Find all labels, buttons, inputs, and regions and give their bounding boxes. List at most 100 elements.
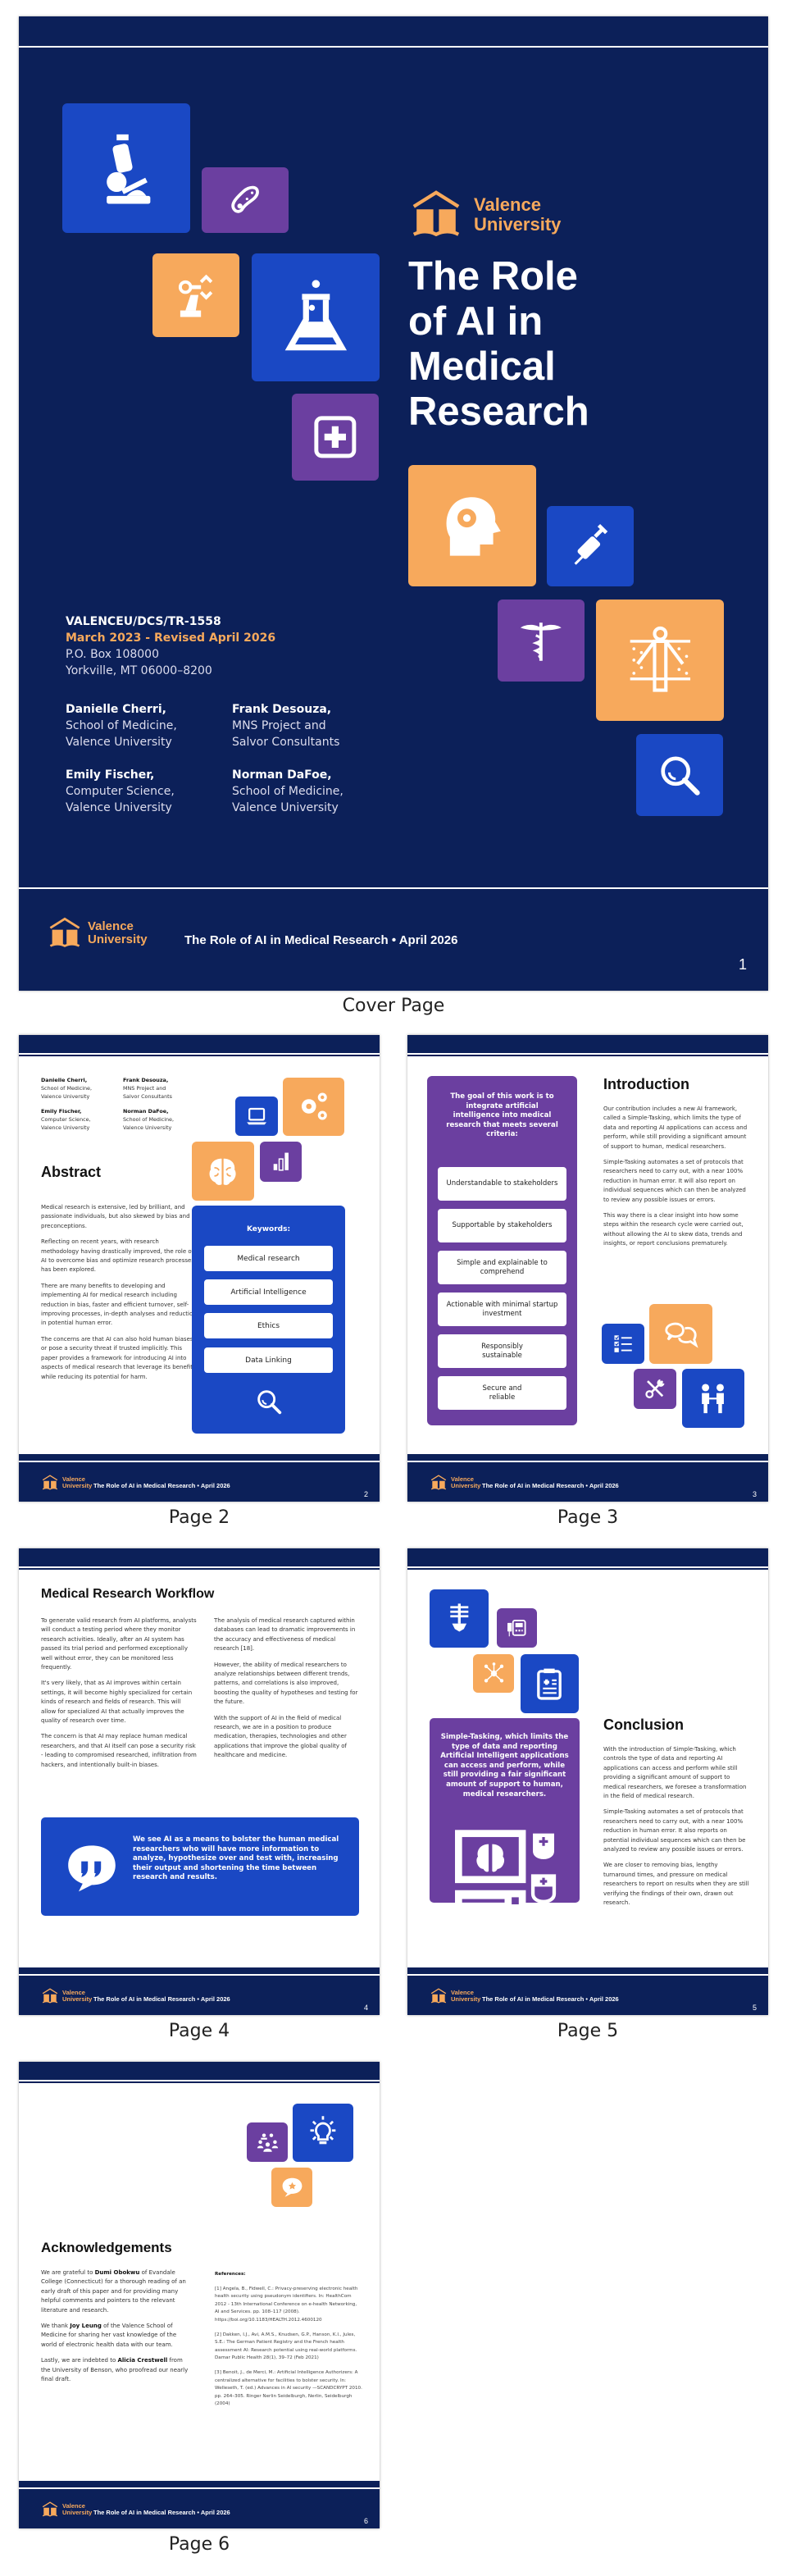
head-gear-tile [408, 465, 536, 586]
page-footer: Valence University The Role of AI in Medi… [19, 2481, 380, 2528]
footer-title: The Role of AI in Medical Research • Apr… [93, 1995, 230, 2003]
criteria-pill: Understandable to stakeholders [438, 1167, 566, 1201]
page-5: Simple-Tasking, which limits the type of… [407, 1548, 768, 2015]
address-line2: Yorkville, MT 06000–8200 [66, 664, 212, 677]
authors-block: Danielle Cherri, School of Medicine, Valen… [41, 1076, 205, 1132]
keyword-pill[interactable]: Ethics [204, 1313, 333, 1338]
network-icon [481, 1662, 507, 1685]
footer-logo: Valence University [41, 1987, 92, 2005]
keyword-pill[interactable]: Medical research [204, 1246, 333, 1271]
book-logo-icon [41, 2501, 59, 2519]
conclusion-text: With the introduction of Simple-Tasking,… [603, 1746, 749, 1907]
footer-title: The Role of AI in Medical Research • Apr… [482, 1482, 619, 1489]
acknowledgements-text: We are grateful to Dumi Obokwu of Evanda… [41, 2269, 189, 2383]
search-icon [253, 1386, 284, 1417]
conclusion-heading: Conclusion [603, 1717, 684, 1733]
iv-pump-tile [497, 1608, 537, 1648]
title-line: of AI in [408, 299, 544, 344]
network-tile [473, 1654, 514, 1693]
footer-logo: Valence University [41, 1474, 92, 1492]
top-band [19, 1035, 380, 1056]
book-logo-icon [408, 187, 464, 243]
criteria-pill: Simple and explainable to comprehend [438, 1251, 566, 1284]
keyword-pill[interactable]: Data Linking [204, 1347, 333, 1373]
title-line: The Role [408, 254, 578, 299]
logo-line1: Valence [474, 194, 541, 215]
chat-tile [649, 1304, 712, 1364]
reference-item: [1] Angela, B., Fidwell, C.: Privacy-pre… [215, 2286, 358, 2323]
keyword-pill[interactable]: Artificial Intelligence [204, 1279, 333, 1305]
star-chat-tile [271, 2168, 312, 2207]
title-line: Medical [408, 344, 556, 389]
page-caption: Page 6 [168, 2534, 230, 2555]
workflow-heading: Medical Research Workflow [41, 1587, 215, 1601]
report-meta: VALENCEU/DCS/TR-1558 March 2023 - Revise… [66, 613, 275, 679]
body-scan-icon [621, 622, 700, 698]
page-3: The goal of this work is to integrate ar… [407, 1035, 768, 1502]
keywords-label: Keywords: [246, 1225, 291, 1233]
cover-page: Valence University The Role of AI in Med… [19, 16, 768, 991]
introduction-heading: Introduction [603, 1076, 689, 1092]
bar-chart-icon [268, 1149, 294, 1174]
people-tile [682, 1369, 744, 1428]
footer-logo: Valence University [47, 915, 148, 951]
author: Emily Fischer, Computer Science, Valence U… [41, 1108, 91, 1131]
page-6: Acknowledgements We are grateful to Dumi… [19, 2062, 380, 2528]
gears-tile [283, 1078, 344, 1136]
group-tile [247, 2122, 288, 2162]
footer-title: The Role of AI in Medical Research • Apr… [93, 1482, 230, 1489]
search-tile [636, 734, 723, 816]
checklist-tile [602, 1324, 644, 1364]
chart-tile [260, 1142, 302, 1182]
star-chat-icon [280, 2175, 305, 2200]
tools-tile [634, 1369, 676, 1409]
page-number: 4 [363, 2004, 368, 2012]
page-caption: Cover Page [342, 996, 445, 1016]
person-name: Alicia Crestwell [117, 2357, 168, 2364]
book-logo-icon [41, 1474, 59, 1492]
flask-tile [252, 253, 380, 381]
page-caption: Page 3 [557, 1507, 619, 1528]
footer-logo: Valence University [41, 2501, 92, 2519]
microscope-tile [62, 103, 190, 233]
keywords-box: Keywords: Medical research Artificial In… [192, 1206, 345, 1434]
caduceus-icon [514, 615, 568, 666]
quote-box: We see AI as a means to bolster the huma… [41, 1817, 359, 1916]
laptop-icon [243, 1104, 270, 1128]
gears-icon [294, 1088, 333, 1124]
handshake-people-icon [694, 1380, 732, 1417]
syringe-tile [547, 506, 634, 586]
page-number: 5 [752, 2004, 757, 2012]
title-line: Research [408, 390, 589, 434]
page-4: Medical Research Workflow To generate va… [19, 1548, 380, 2015]
author: Danielle Cherri, School of Medicine, Valen… [66, 703, 177, 749]
group-discussion-icon [255, 2130, 280, 2154]
cover-footer: Valence University The Role of AI in Medi… [19, 887, 768, 991]
page-footer: Valence University The Role of AI in Medi… [407, 1454, 768, 1502]
criteria-pill: Supportable by stakeholders [438, 1209, 566, 1242]
bacteria-tile [202, 167, 289, 233]
medical-clipboard-icon [531, 1666, 567, 1703]
logo-line2: University [474, 214, 562, 235]
footer-title: The Role of AI in Medical Research • Apr… [184, 933, 458, 947]
lightbulb-tile [293, 2104, 353, 2162]
workflow-col1: To generate valid research from AI platf… [41, 1617, 197, 1768]
iv-pump-icon [504, 1616, 529, 1640]
author: Emily Fischer, Computer Science, Valence U… [66, 768, 175, 814]
cover-authors: Danielle Cherri, School of Medicine, Valen… [66, 701, 394, 816]
introduction-text: Our contribution includes a new AI frame… [603, 1106, 748, 1247]
address-line1: P.O. Box 108000 [66, 648, 159, 661]
quote-bubble-icon [66, 1840, 118, 1893]
medical-cross-icon [308, 410, 362, 464]
lightbulb-icon [304, 2114, 342, 2150]
checklist-icon [610, 1331, 636, 1356]
top-band [19, 1548, 380, 1570]
clipboard-tile [521, 1654, 579, 1713]
author: Norman DaFoe, School of Medicine, Valence … [232, 768, 343, 814]
brain-tile [192, 1142, 254, 1201]
page-caption: Page 2 [168, 1507, 230, 1528]
criteria-pill: Responsibly sustainable [438, 1334, 566, 1368]
robot-arm-tile [152, 253, 239, 337]
page-footer: Valence University The Role of AI in Medi… [19, 1967, 380, 2015]
goal-box: The goal of this work is to integrate ar… [427, 1076, 577, 1425]
